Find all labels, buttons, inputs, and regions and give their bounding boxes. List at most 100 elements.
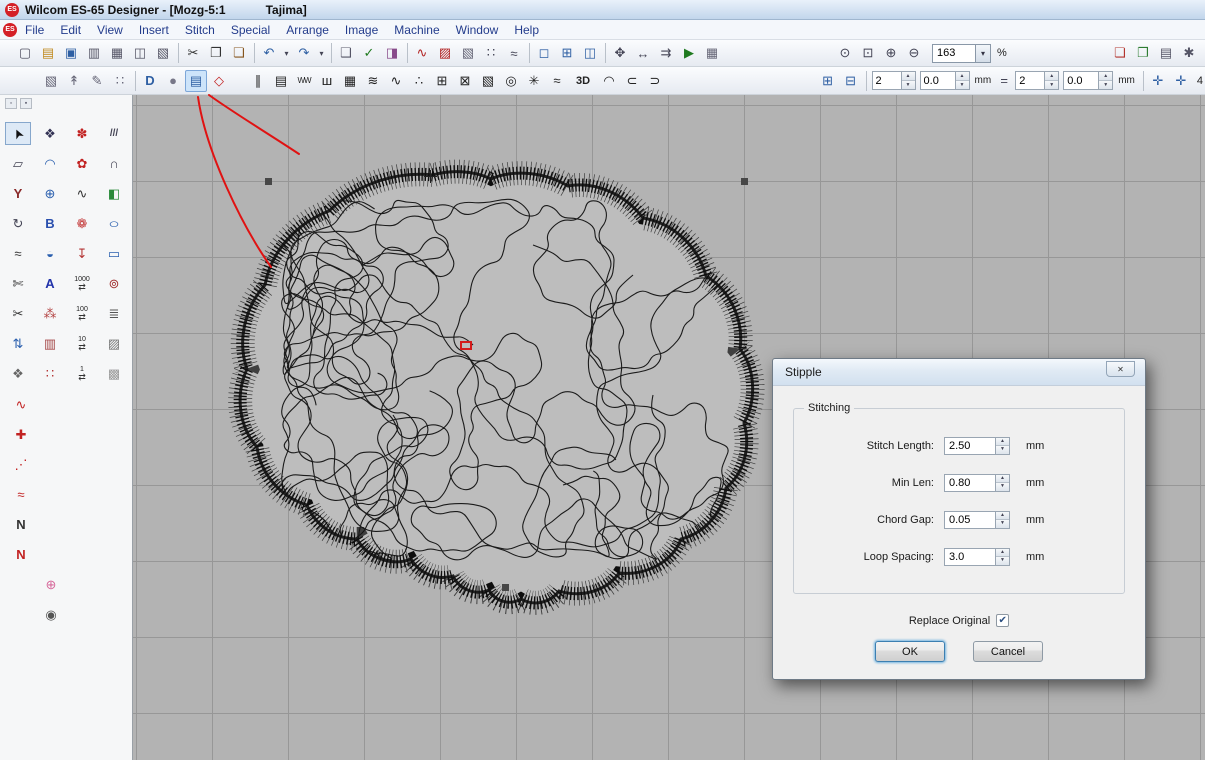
- measure-icon[interactable]: ↔: [632, 42, 654, 64]
- effect-3d-icon[interactable]: 3D: [569, 70, 597, 92]
- thread-colors-icon[interactable]: ❐: [1132, 42, 1154, 64]
- spinner[interactable]: ▲▼: [1099, 71, 1113, 90]
- runstitch-tool[interactable]: ⋰: [8, 453, 34, 476]
- confetti-tool[interactable]: ∷: [37, 362, 63, 385]
- scissors-tool[interactable]: ✂: [5, 302, 31, 325]
- knife-tool[interactable]: ✄: [5, 272, 31, 295]
- slow-redraw-icon[interactable]: ▶: [678, 42, 700, 64]
- reshape-tool[interactable]: ❖: [37, 122, 63, 145]
- field-spinner[interactable]: ▲▼: [996, 511, 1010, 529]
- flip-tool[interactable]: ⇅: [5, 332, 31, 355]
- replace-original-checkbox[interactable]: ✔: [996, 614, 1009, 627]
- menu-file[interactable]: File: [17, 21, 52, 39]
- undo-menu-icon[interactable]: ▾: [281, 42, 292, 64]
- applique-icon[interactable]: ⊠: [454, 70, 476, 92]
- wave-icon[interactable]: ≈: [546, 70, 568, 92]
- spinner[interactable]: ▲▼: [956, 71, 970, 90]
- dome-tool[interactable]: ◠: [37, 152, 63, 175]
- count-input-2[interactable]: [1015, 71, 1045, 90]
- stipple-run-icon[interactable]: ▤: [185, 70, 207, 92]
- motif-run-tool[interactable]: ≈: [8, 483, 34, 506]
- undo-icon[interactable]: ↶: [258, 42, 280, 64]
- move-horizontal-icon[interactable]: ✛: [1147, 70, 1169, 92]
- zoom-out-icon[interactable]: ⊖: [903, 42, 925, 64]
- texture-dark-tool[interactable]: ▩: [101, 362, 127, 385]
- flower-large-tool[interactable]: ✽: [69, 122, 95, 145]
- options-icon[interactable]: ✱: [1178, 42, 1200, 64]
- color-film-icon[interactable]: ◨: [381, 42, 403, 64]
- trapunto-icon[interactable]: ◠: [598, 70, 620, 92]
- export-icon[interactable]: ▧: [152, 42, 174, 64]
- satin-icon[interactable]: ∥: [247, 70, 269, 92]
- travel-10-tool[interactable]: 10 ⇄: [69, 332, 95, 355]
- lettering-tool[interactable]: A: [37, 272, 63, 295]
- ellipse-tool[interactable]: ○: [101, 212, 127, 235]
- document-icon[interactable]: ES: [3, 23, 17, 37]
- dialog-close-button[interactable]: ✕: [1106, 361, 1135, 377]
- dots-icon[interactable]: ∷: [109, 70, 131, 92]
- outline-view-icon[interactable]: ▨: [434, 42, 456, 64]
- spring-tool[interactable]: ∿: [69, 182, 95, 205]
- selection-handle-bottom[interactable]: [502, 584, 509, 591]
- overlap-icon[interactable]: ◫: [579, 42, 601, 64]
- field-input[interactable]: [944, 548, 996, 566]
- trueview-icon[interactable]: ▧: [457, 42, 479, 64]
- grid-icon[interactable]: ⊞: [556, 42, 578, 64]
- jump-red-tool[interactable]: N: [8, 543, 34, 566]
- zoom-input[interactable]: [932, 44, 976, 63]
- menu-special[interactable]: Special: [223, 21, 278, 39]
- star-burst-icon[interactable]: ✳: [523, 70, 545, 92]
- rectangle-tool[interactable]: ▭: [101, 242, 127, 265]
- pencil-icon[interactable]: ✎: [86, 70, 108, 92]
- ripple-icon[interactable]: ◎: [500, 70, 522, 92]
- field-input[interactable]: [944, 437, 996, 455]
- motif-fill-icon[interactable]: ≋: [362, 70, 384, 92]
- equals-icon[interactable]: =: [996, 70, 1012, 92]
- field-spinner[interactable]: ▲▼: [996, 437, 1010, 455]
- target-point-tool[interactable]: ◉: [38, 603, 64, 626]
- select-tool[interactable]: ➤: [5, 122, 31, 145]
- design-properties-icon[interactable]: ▤: [1155, 42, 1177, 64]
- photo-flash-icon[interactable]: ▧: [477, 70, 499, 92]
- program-split-icon[interactable]: ▦: [339, 70, 361, 92]
- auto-scroll-icon[interactable]: ↟: [63, 70, 85, 92]
- freehand-select-tool[interactable]: ▱: [5, 152, 31, 175]
- menu-stitch[interactable]: Stitch: [177, 21, 223, 39]
- insert-design-icon[interactable]: ❑: [335, 42, 357, 64]
- new-icon[interactable]: ▢: [14, 42, 36, 64]
- rotate-tool[interactable]: ↻: [5, 212, 31, 235]
- palette-pin-icon[interactable]: ▪: [20, 98, 32, 109]
- palette-dock-icon[interactable]: ▫: [5, 98, 17, 109]
- texture-tool[interactable]: ▨: [101, 332, 127, 355]
- spinner[interactable]: ▲▼: [1045, 71, 1059, 90]
- write-machine-icon[interactable]: ▥: [83, 42, 105, 64]
- slant-lines-tool[interactable]: ///: [101, 122, 127, 145]
- color-palette-icon[interactable]: ❏: [1109, 42, 1131, 64]
- needle-point-icon[interactable]: ∷: [480, 42, 502, 64]
- travel-1-tool[interactable]: 1 ⇄: [69, 362, 95, 385]
- sequence-icon[interactable]: ⇉: [655, 42, 677, 64]
- print-preview-icon[interactable]: ◫: [129, 42, 151, 64]
- letter-d-icon[interactable]: D: [139, 70, 161, 92]
- spacing-input-1[interactable]: [920, 71, 956, 90]
- backstitch-tool[interactable]: ✚: [8, 423, 34, 446]
- field-input[interactable]: [944, 474, 996, 492]
- selection-handle-top-left[interactable]: [265, 178, 272, 185]
- field-spinner[interactable]: ▲▼: [996, 474, 1010, 492]
- zigzag-line-tool[interactable]: ≈: [5, 242, 31, 265]
- selection-handle-top-right[interactable]: [741, 178, 748, 185]
- ladder-tool[interactable]: ≣: [101, 302, 127, 325]
- field-input[interactable]: [944, 511, 996, 529]
- contour-icon[interactable]: ∿: [385, 70, 407, 92]
- menu-window[interactable]: Window: [448, 21, 507, 39]
- e-stitch-icon[interactable]: ш: [316, 70, 338, 92]
- background-icon[interactable]: ▧: [40, 70, 62, 92]
- menu-edit[interactable]: Edit: [52, 21, 89, 39]
- stitches-view-icon[interactable]: ∿: [411, 42, 433, 64]
- spinner[interactable]: ▲▼: [902, 71, 916, 90]
- jump-tool[interactable]: N: [8, 513, 34, 536]
- menu-machine[interactable]: Machine: [386, 21, 447, 39]
- zoom-in-icon[interactable]: ⊕: [880, 42, 902, 64]
- zigzag-icon[interactable]: WW: [293, 70, 315, 92]
- ok-button[interactable]: OK: [875, 641, 945, 662]
